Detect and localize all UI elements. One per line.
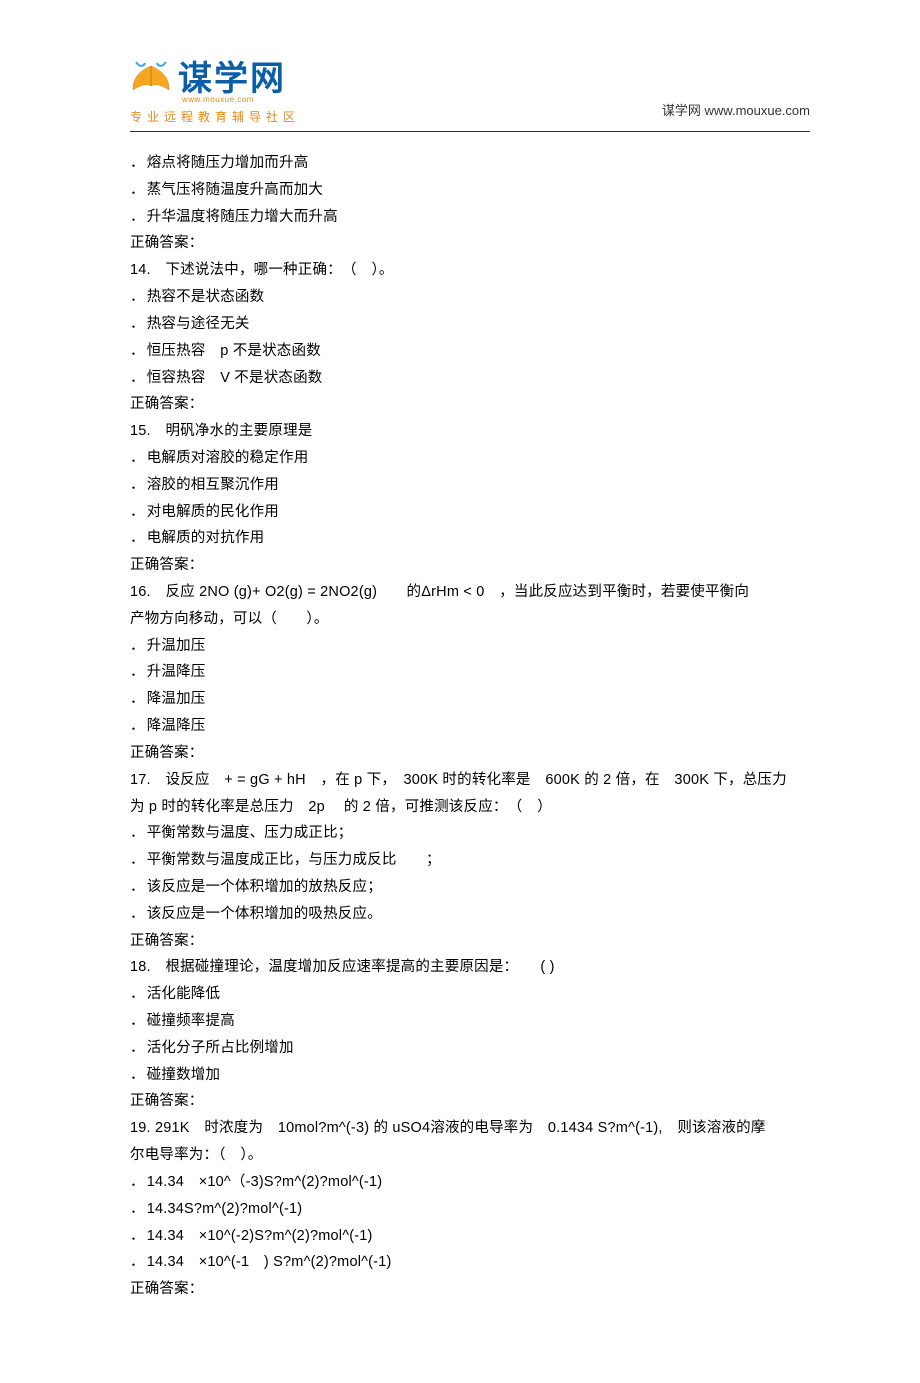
option-text: 平衡常数与温度成正比，与压力成反比 ； [130, 847, 810, 874]
question-stem: 19. 291K 时浓度为 10mol?m^(-3) 的 uSO4溶液的电导率为… [130, 1115, 810, 1142]
logo-book-icon [130, 60, 172, 97]
answer-label: 正确答案： [130, 391, 810, 418]
question-stem: 16. 反应 2NO (g)+ O2(g) = 2NO2(g) 的ΔrHm < … [130, 579, 810, 606]
question-stem: 17. 设反应 + = gG + hH ，在 p 下， 300K 时的转化率是 … [130, 767, 810, 794]
answer-label: 正确答案： [130, 1276, 810, 1303]
option-text: 平衡常数与温度、压力成正比； [130, 820, 810, 847]
option-text: 恒压热容 p 不是状态函数 [130, 338, 810, 365]
option-text: 碰撞数增加 [130, 1062, 810, 1089]
question-stem: 15. 明矾净水的主要原理是 [130, 418, 810, 445]
page-header: 谋学网 www.mouxue.com 专业远程教育辅导社区 谋学网 www.mo… [130, 60, 810, 125]
question-stem: 18. 根据碰撞理论，温度增加反应速率提高的主要原因是： ( ) [130, 954, 810, 981]
option-text: 该反应是一个体积增加的放热反应； [130, 874, 810, 901]
option-text: 活化分子所占比例增加 [130, 1035, 810, 1062]
document-body: 熔点将随压力增加而升高 蒸气压将随温度升高而加大 升华温度将随压力增大而升高 正… [130, 150, 810, 1303]
option-text: 该反应是一个体积增加的吸热反应。 [130, 901, 810, 928]
option-text: 升华温度将随压力增大而升高 [130, 204, 810, 231]
option-text: 升温降压 [130, 659, 810, 686]
question-stem-cont: 为 p 时的转化率是总压力 2p 的 2 倍，可推测该反应： （ ） [130, 794, 810, 821]
question-stem-cont: 产物方向移动，可以（ ）。 [130, 606, 810, 633]
option-text: 活化能降低 [130, 981, 810, 1008]
option-text: 蒸气压将随温度升高而加大 [130, 177, 810, 204]
header-right-link: www.mouxue.com [705, 103, 810, 118]
option-text: 14.34 ×10^(-2)S?m^(2)?mol^(-1) [130, 1223, 810, 1250]
logo-slogan: 专业远程教育辅导社区 [130, 108, 300, 125]
option-text: 14.34 ×10^（-3)S?m^(2)?mol^(-1) [130, 1169, 810, 1196]
answer-label: 正确答案： [130, 928, 810, 955]
option-text: 热容不是状态函数 [130, 284, 810, 311]
option-text: 碰撞频率提高 [130, 1008, 810, 1035]
header-right-label: 谋学网 [662, 103, 701, 118]
logo-block: 谋学网 www.mouxue.com 专业远程教育辅导社区 [130, 60, 300, 125]
option-text: 对电解质的民化作用 [130, 499, 810, 526]
answer-label: 正确答案： [130, 740, 810, 767]
option-text: 14.34S?m^(2)?mol^(-1) [130, 1196, 810, 1223]
option-text: 电解质对溶胶的稳定作用 [130, 445, 810, 472]
option-text: 熔点将随压力增加而升高 [130, 150, 810, 177]
option-text: 14.34 ×10^(-1 ) S?m^(2)?mol^(-1) [130, 1249, 810, 1276]
option-text: 溶胶的相互聚沉作用 [130, 472, 810, 499]
option-text: 恒容热容 V 不是状态函数 [130, 365, 810, 392]
option-text: 电解质的对抗作用 [130, 525, 810, 552]
question-stem-cont: 尔电导率为：（ ）。 [130, 1142, 810, 1169]
option-text: 降温降压 [130, 713, 810, 740]
answer-label: 正确答案： [130, 230, 810, 257]
header-right: 谋学网 www.mouxue.com [662, 100, 810, 125]
answer-label: 正确答案： [130, 1088, 810, 1115]
question-stem: 14. 下述说法中，哪一种正确： （ ）。 [130, 257, 810, 284]
option-text: 升温加压 [130, 633, 810, 660]
logo-text: 谋学网 [178, 62, 286, 96]
option-text: 降温加压 [130, 686, 810, 713]
logo-url-small: www.mouxue.com [182, 95, 300, 104]
option-text: 热容与途径无关 [130, 311, 810, 338]
header-divider [130, 131, 810, 132]
answer-label: 正确答案： [130, 552, 810, 579]
